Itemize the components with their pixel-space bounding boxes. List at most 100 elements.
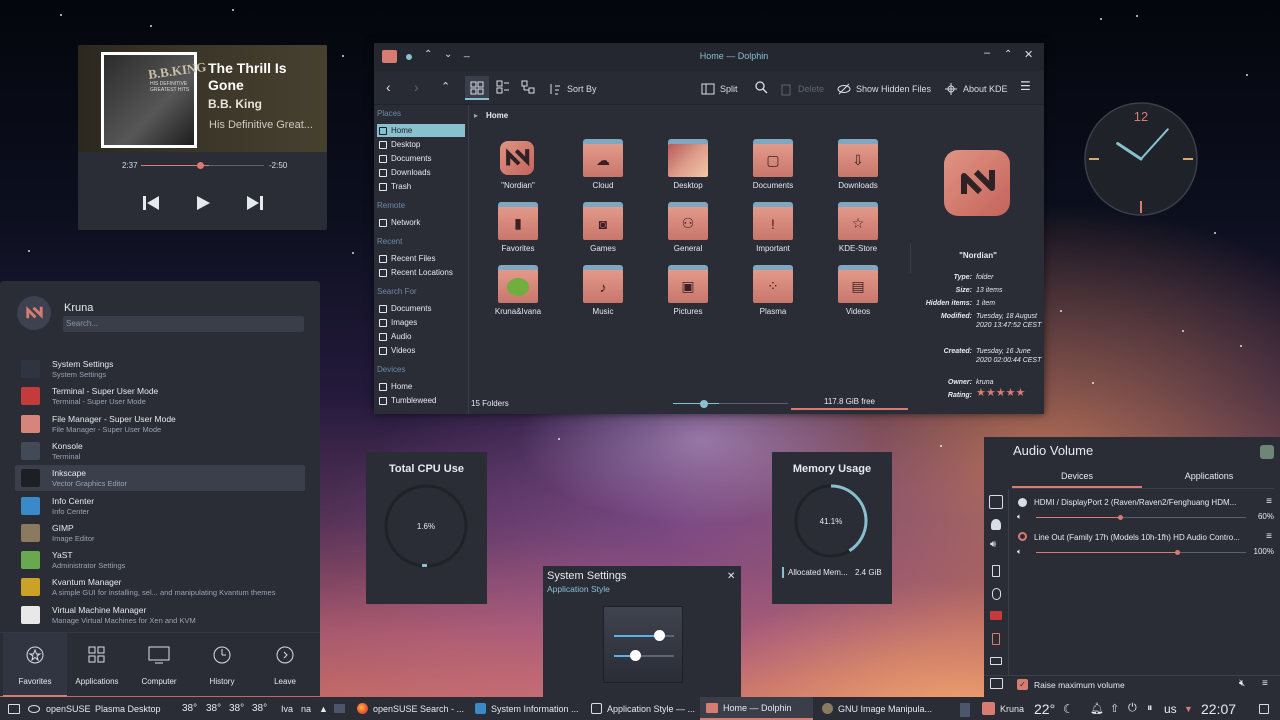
phone-icon[interactable] (992, 633, 1000, 645)
free-space[interactable]: 117.8 GiB free (791, 397, 908, 410)
search-documents[interactable]: Documents (377, 302, 465, 315)
app-item[interactable]: Konsole Terminal (15, 438, 305, 464)
tray-expand-icon[interactable]: ▼ (1184, 697, 1193, 720)
pause-icon[interactable]: ⏸ (1147, 697, 1153, 720)
title-bar[interactable]: ⌃ ⌄ _ Home — Dolphin – ⌃ ✕ (374, 43, 1044, 71)
app-item[interactable]: YaST Administrator Settings (15, 547, 305, 573)
digital-clock[interactable]: 22:07 (1201, 697, 1236, 720)
search-button[interactable] (754, 80, 768, 97)
close-button[interactable]: ✕ (1024, 48, 1033, 61)
folder-item[interactable]: ▮ Favorites (478, 202, 558, 253)
desktop-name[interactable]: Plasma Desktop (95, 697, 161, 720)
tab-favorites[interactable]: Favorites (3, 633, 67, 697)
forward-button[interactable]: › (414, 79, 419, 95)
keyboard-icon[interactable] (990, 657, 1002, 665)
keyboard-layout[interactable]: us (1164, 697, 1177, 720)
place-downloads[interactable]: Downloads (377, 166, 465, 179)
show-hidden-files-button[interactable]: Show Hidden Files (837, 82, 931, 96)
tab-computer[interactable]: Computer (127, 633, 191, 697)
show-desktop-icon[interactable] (334, 697, 345, 720)
volume-slider[interactable] (1036, 552, 1246, 553)
display-icon[interactable] (990, 611, 1002, 620)
device-radio[interactable] (1018, 498, 1027, 507)
task-home-dolphin[interactable]: Home — Dolphin (700, 697, 813, 720)
tab-devices[interactable]: Devices (1012, 464, 1142, 488)
place-desktop[interactable]: Desktop (377, 138, 465, 151)
opensuse-menu-button[interactable]: openSUSE (28, 697, 91, 720)
folder-item[interactable]: ! Important (733, 202, 813, 253)
notifications-icon[interactable]: 🔔︎ (1090, 697, 1104, 720)
folder-item[interactable]: ☁ Cloud (563, 139, 643, 190)
folder-item[interactable]: ▢ Documents (733, 139, 813, 190)
zoom-slider[interactable] (673, 403, 788, 404)
close-popup-button[interactable]: ✕ (727, 571, 735, 582)
task-system-information[interactable]: System Information ... (469, 697, 583, 720)
device-radio[interactable] (1018, 532, 1027, 541)
tab-applications[interactable]: Applications (65, 633, 129, 697)
tab-applications[interactable]: Applications (1144, 464, 1274, 488)
place-network[interactable]: Network (377, 216, 465, 229)
place-documents[interactable]: Documents (377, 152, 465, 165)
play-button[interactable] (193, 193, 213, 213)
power-icon[interactable]: ⏻ (1128, 697, 1137, 720)
device-tumbleweed[interactable]: Tumbleweed (377, 394, 465, 407)
task-opensuse-search[interactable]: openSUSE Search - ... (351, 697, 467, 720)
details-view-button[interactable] (521, 80, 535, 97)
previous-track-button[interactable] (141, 193, 161, 213)
volume-icon[interactable]: 🔊︎ (990, 539, 996, 550)
mouse-icon[interactable] (992, 588, 1001, 600)
search-input[interactable]: Search... (63, 316, 304, 332)
volume-slider[interactable] (1036, 517, 1246, 518)
pager-desktop-2[interactable]: na (301, 697, 311, 720)
app-item[interactable]: Terminal - Super User Mode Terminal - Sup… (15, 383, 305, 409)
app-item[interactable]: Inkscape Vector Graphics Editor (15, 465, 305, 492)
battery-icon[interactable] (992, 565, 1000, 577)
search-audio[interactable]: Audio (377, 330, 465, 343)
sort-by-button[interactable]: Sort By (548, 82, 597, 96)
about-kde-button[interactable]: About KDE (944, 82, 1008, 96)
hamburger-menu-icon[interactable]: ☰ (1020, 79, 1031, 93)
app-item[interactable]: Kvantum Manager A simple GUI for installi… (15, 574, 305, 600)
chevron-up-icon[interactable]: ▲ (319, 697, 328, 720)
split-button[interactable]: Split (701, 82, 738, 96)
seek-handle[interactable] (197, 162, 204, 169)
user-switcher[interactable]: Kruna (982, 697, 1024, 720)
speaker-icon[interactable]: 🔈︎ (1017, 547, 1022, 557)
upload-icon[interactable]: ⇧ (1110, 697, 1119, 720)
folder-item[interactable]: ▣ Pictures (648, 265, 728, 316)
up-button[interactable]: ⌃ (441, 80, 450, 93)
mute-icon[interactable]: 🔇︎ (1239, 678, 1245, 689)
icons-view-button[interactable] (465, 76, 489, 100)
app-item[interactable]: Virtual Machine Manager Manage Virtual Ma… (15, 602, 305, 628)
place-trash[interactable]: Trash (377, 180, 465, 193)
monitor-icon[interactable] (990, 678, 1003, 689)
configure-icon[interactable]: ≡ (1262, 678, 1268, 689)
app-item[interactable]: GIMP Image Editor (15, 520, 305, 546)
app-item[interactable]: System Settings System Settings (15, 356, 305, 382)
style-preview-thumbnail[interactable] (603, 606, 683, 683)
search-images[interactable]: Images (377, 316, 465, 329)
maximize-button[interactable]: ⌃ (1004, 49, 1012, 60)
avatar[interactable] (17, 296, 51, 330)
back-button[interactable]: ‹ (386, 79, 391, 95)
tab-leave[interactable]: Leave (253, 633, 317, 697)
folder-item[interactable]: "Nordian" (478, 139, 558, 190)
breadcrumb-home[interactable]: Home (486, 111, 508, 120)
task-application-style[interactable]: Application Style — ... (585, 697, 699, 720)
pin-button[interactable] (1260, 445, 1274, 459)
volume-handle[interactable] (1118, 515, 1123, 520)
peek-desktop-icon[interactable] (1259, 697, 1269, 720)
search-videos[interactable]: Videos (377, 344, 465, 357)
moon-icon[interactable]: ☾ (1063, 697, 1074, 720)
folder-item[interactable]: ⚇ General (648, 202, 728, 253)
folder-item[interactable]: ▤ Videos (818, 265, 898, 316)
place-recent-locations[interactable]: Recent Locations (377, 266, 465, 279)
folder-item[interactable]: ♪ Music (563, 265, 643, 316)
folder-item[interactable]: Kruna&Ivana (478, 265, 558, 316)
pager-desktop-1[interactable]: Iva (281, 697, 293, 720)
compact-view-button[interactable] (496, 80, 510, 97)
task-gimp[interactable]: GNU Image Manipula... (816, 697, 956, 720)
folder-item[interactable]: Desktop (648, 139, 728, 190)
folder-item[interactable]: ◙ Games (563, 202, 643, 253)
device-home[interactable]: Home (377, 380, 465, 393)
